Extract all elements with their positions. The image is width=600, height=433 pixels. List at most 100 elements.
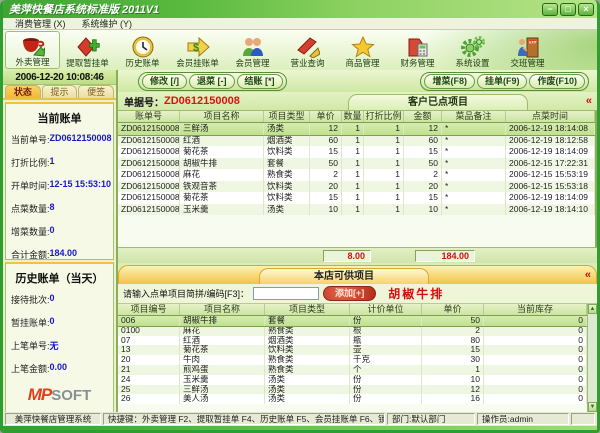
hold-bill-button[interactable]: 挂单(F9) bbox=[477, 74, 528, 89]
table-row[interactable]: ZD0612150008菊花茶饮料类151115*2006-12-19 18:1… bbox=[118, 146, 595, 158]
table-cell: 2 bbox=[310, 169, 342, 181]
return-dish-button[interactable]: 退菜 [-] bbox=[189, 74, 235, 89]
table-cell: 汤类 bbox=[264, 123, 310, 135]
column-header[interactable]: 账单号 bbox=[118, 111, 180, 122]
table-row[interactable]: 0100麻花熟食类根20 bbox=[118, 326, 587, 336]
close-button[interactable]: × bbox=[578, 3, 594, 16]
table-cell: 30 bbox=[422, 355, 484, 365]
table-cell: 20 bbox=[404, 181, 442, 193]
toolbar-history-bills-button[interactable]: 历史账单 bbox=[115, 31, 170, 69]
table-row[interactable]: 26美人汤汤类份160 bbox=[118, 394, 587, 404]
table-row[interactable]: ZD0612150008三鲜汤汤类121112*2006-12-19 18:14… bbox=[118, 123, 595, 135]
table-cell: 1 bbox=[342, 135, 364, 147]
table-row[interactable]: 20牛肉熟食类千克300 bbox=[118, 355, 587, 365]
table-row[interactable]: ZD0612150008麻花熟食类2112*2006-12-15 15:53:1… bbox=[118, 169, 595, 181]
logo-soft: SOFT bbox=[51, 387, 91, 404]
toolbar-shift-button[interactable]: EXIT 交班管理 bbox=[500, 31, 555, 69]
checkout-button[interactable]: 结账 [*] bbox=[237, 74, 283, 89]
table-cell: 12 bbox=[310, 123, 342, 135]
sidebar-tabs: 状态 提示 便签 bbox=[3, 85, 116, 100]
table-row[interactable]: 24玉米羹汤类份100 bbox=[118, 375, 587, 385]
column-header[interactable]: 当前库存 bbox=[484, 304, 587, 315]
collapse-icon[interactable]: « bbox=[585, 269, 596, 281]
toolbar-member-credit-button[interactable]: $ 会员挂账单 bbox=[170, 31, 225, 69]
toolbar-members-button[interactable]: 会员管理 bbox=[225, 31, 280, 69]
void-bill-button[interactable]: 作废(F10) bbox=[529, 74, 585, 89]
toolbar-finance-button[interactable]: 财务管理 bbox=[390, 31, 445, 69]
toolbar-retrieve-hold-button[interactable]: 提取暂挂单 bbox=[60, 31, 115, 69]
scroll-up-icon[interactable]: ▲ bbox=[588, 304, 597, 314]
table-row[interactable]: 25三鲜汤汤类份120 bbox=[118, 385, 587, 395]
item-code-input[interactable] bbox=[253, 287, 319, 300]
menu-consume[interactable]: 消费管理 (X) bbox=[7, 17, 74, 30]
table-cell: 汤类 bbox=[265, 375, 350, 385]
toolbar-business-query-button[interactable]: 营业查询 bbox=[280, 31, 335, 69]
right-command-group: 增菜(F8) 挂单(F9) 作废(F10) bbox=[420, 72, 589, 91]
toolbar-settings-button[interactable]: 系统设置 bbox=[445, 31, 500, 69]
table-cell: 0 bbox=[484, 365, 587, 375]
column-header[interactable]: 单价 bbox=[422, 304, 484, 315]
toolbar-label: 商品管理 bbox=[345, 58, 379, 69]
table-row[interactable]: 13菊花茶饮料类壶150 bbox=[118, 345, 587, 355]
history-field: 上笔单号:无 bbox=[8, 339, 111, 352]
column-header[interactable]: 项目类型 bbox=[265, 304, 350, 315]
maximize-button[interactable]: □ bbox=[560, 3, 576, 16]
clock-icon bbox=[131, 36, 155, 58]
tab-ordered-items[interactable]: 客户已点项目 bbox=[348, 94, 528, 110]
tab-hint[interactable]: 提示 bbox=[42, 85, 78, 98]
column-header[interactable]: 金额 bbox=[404, 111, 442, 122]
title-bar[interactable]: 美萍快餐店系统标准版 2011V1 − □ × bbox=[3, 0, 597, 18]
vertical-scrollbar[interactable]: ▲ ▼ bbox=[587, 304, 597, 412]
toolbar-takeout-button[interactable]: 外卖管理 bbox=[5, 31, 60, 69]
column-header[interactable]: 项目名称 bbox=[180, 111, 264, 122]
tab-available-items[interactable]: 本店可供项目 bbox=[259, 268, 429, 284]
table-cell: 0 bbox=[484, 316, 587, 326]
table-cell: 07 bbox=[118, 336, 180, 346]
datetime-display: 2006-12-20 10:08:46 bbox=[3, 70, 116, 85]
table-row[interactable]: ZD0612150008玉米羹汤类101110*2006-12-19 18:14… bbox=[118, 204, 595, 216]
column-header[interactable]: 菜品备注 bbox=[442, 111, 506, 122]
scroll-down-icon[interactable]: ▼ bbox=[588, 402, 597, 412]
total-quantity: 8.00 bbox=[323, 250, 371, 262]
toolbar-label: 会员管理 bbox=[235, 58, 269, 69]
modify-button[interactable]: 修改 [/] bbox=[142, 74, 187, 89]
column-header[interactable]: 数量 bbox=[342, 111, 364, 122]
toolbar-products-button[interactable]: 商品管理 bbox=[335, 31, 390, 69]
minimize-button[interactable]: − bbox=[542, 3, 558, 16]
column-header[interactable]: 项目类型 bbox=[264, 111, 310, 122]
table-row[interactable]: ZD0612150008菊花茶饮料类151115*2006-12-19 18:1… bbox=[118, 192, 595, 204]
table-cell: 15 bbox=[310, 192, 342, 204]
table-row[interactable]: ZD0612150008胡椒牛排套餐501150*2006-12-15 17:2… bbox=[118, 158, 595, 170]
field-value: 0 bbox=[50, 316, 55, 329]
column-header[interactable]: 单价 bbox=[310, 111, 342, 122]
add-item-button[interactable]: 添加[+] bbox=[323, 286, 376, 301]
column-header[interactable]: 打折比例 bbox=[364, 111, 404, 122]
menu-system[interactable]: 系统维护 (Y) bbox=[74, 17, 141, 30]
tab-note[interactable]: 便签 bbox=[78, 85, 114, 98]
ordered-items-table-wrap: 账单号项目名称项目类型单价数量打折比例金额菜品备注点菜时间ZD061215000… bbox=[118, 111, 597, 247]
collapse-icon[interactable]: « bbox=[586, 95, 597, 107]
status-empty bbox=[571, 413, 595, 425]
field-label: 暂挂账单: bbox=[11, 316, 50, 329]
column-header[interactable]: 项目名称 bbox=[180, 304, 265, 315]
table-row[interactable]: 07红酒烟酒类瓶800 bbox=[118, 336, 587, 346]
tab-status[interactable]: 状态 bbox=[5, 85, 41, 98]
toolbar-label: 交班管理 bbox=[510, 58, 544, 69]
column-header[interactable]: 点菜时间 bbox=[506, 111, 595, 122]
table-row[interactable]: 21煎鸡蛋熟食类个10 bbox=[118, 365, 587, 375]
table-row[interactable]: ZD0612150008红酒烟酒类601160*2006-12-19 18:12… bbox=[118, 135, 595, 147]
column-header[interactable]: 计价单位 bbox=[350, 304, 422, 315]
history-field: 接待批次:0 bbox=[8, 293, 111, 306]
table-cell: 1 bbox=[342, 146, 364, 158]
column-header[interactable]: 项目编号 bbox=[118, 304, 180, 315]
table-row[interactable]: ZD0612150008铁观音茶饮料类201120*2006-12-15 15:… bbox=[118, 181, 595, 193]
selected-item-name: 胡椒牛排 bbox=[388, 285, 444, 302]
history-field: 暂挂账单:0 bbox=[8, 316, 111, 329]
exit-door-icon: EXIT bbox=[516, 36, 540, 58]
toolbar-label: 历史账单 bbox=[125, 58, 159, 69]
add-dish-button[interactable]: 增菜(F8) bbox=[424, 74, 475, 89]
table-cell: ZD0612150008 bbox=[118, 169, 180, 181]
status-operator: 操作员:admin bbox=[477, 413, 569, 425]
table-row[interactable]: 006胡椒牛排套餐份500 bbox=[118, 316, 587, 326]
table-cell: 胡椒牛排 bbox=[180, 316, 265, 326]
